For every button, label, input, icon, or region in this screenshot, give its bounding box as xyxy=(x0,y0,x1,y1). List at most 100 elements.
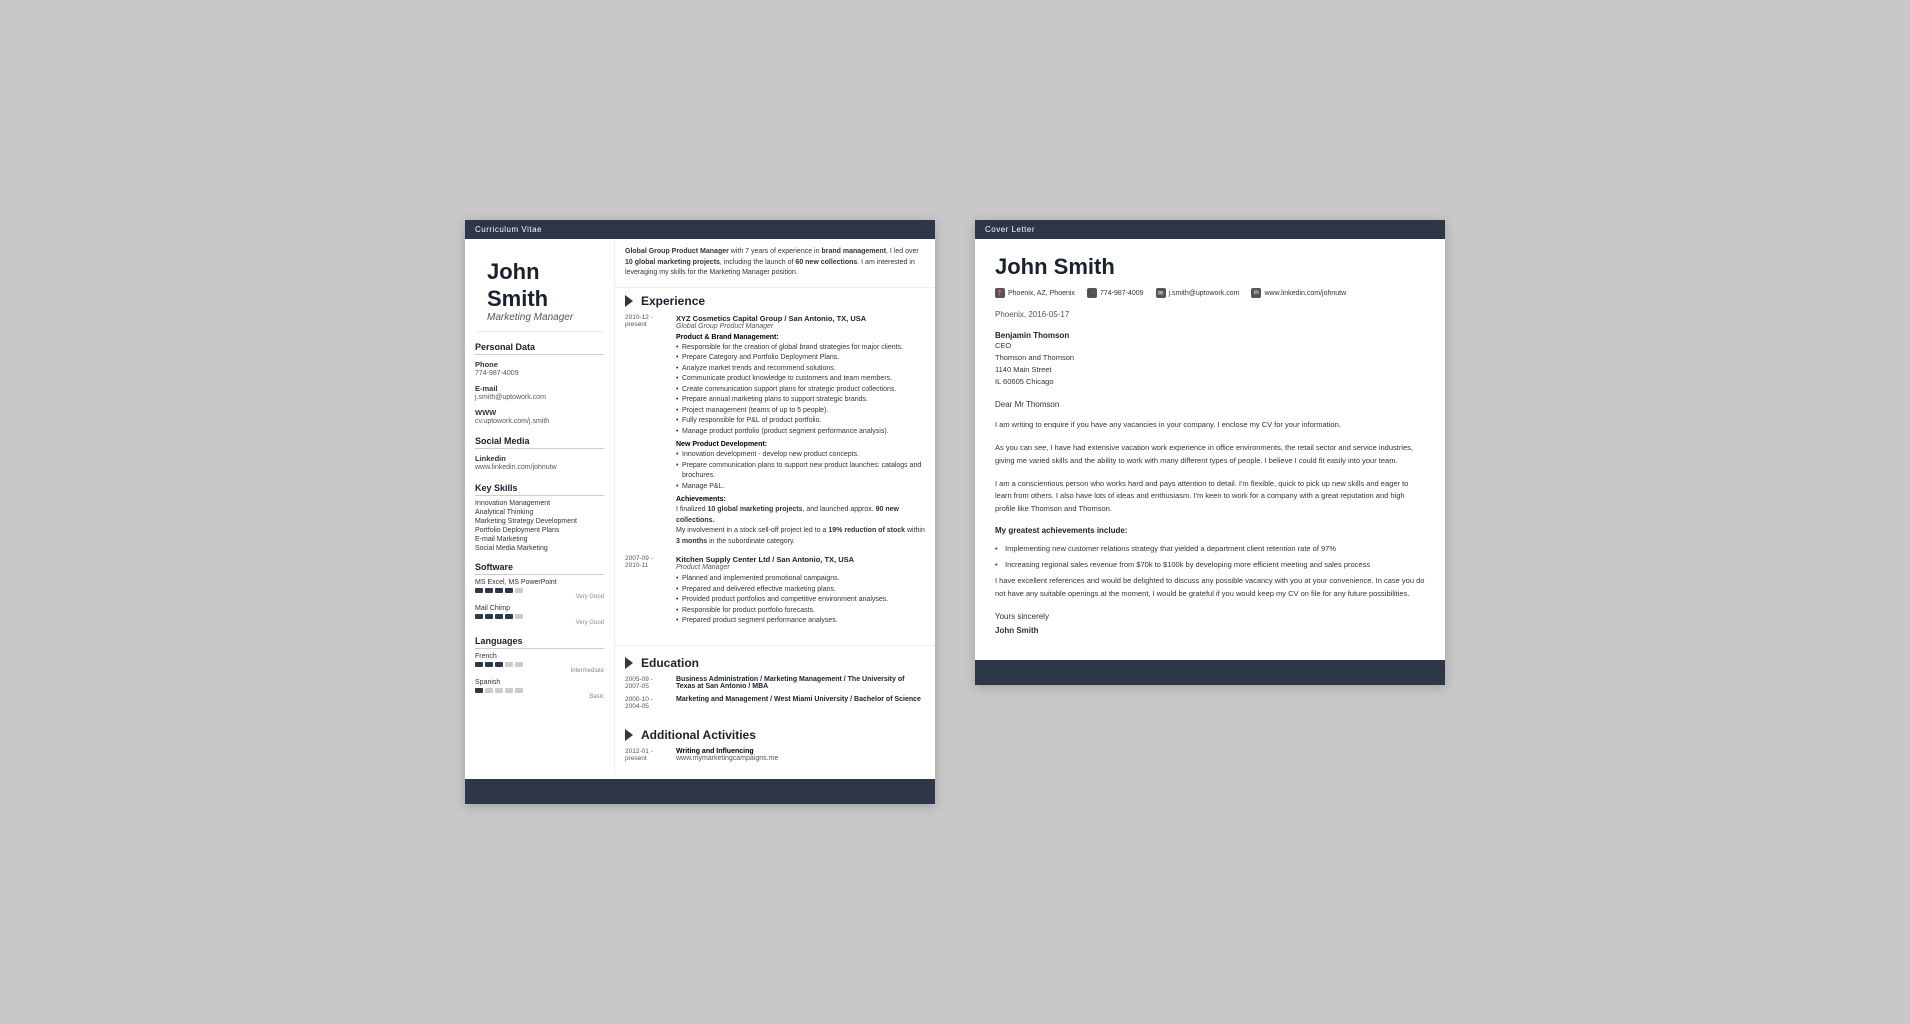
activities-label: Additional Activities xyxy=(641,728,756,742)
bar-dot xyxy=(495,614,503,619)
exp-date: 2010-12 - present xyxy=(625,314,670,548)
language-item: FrenchIntermediate xyxy=(475,653,604,674)
cl-achievement-item: Implementing new customer relations stra… xyxy=(995,543,1425,555)
key-skills-title: Key Skills xyxy=(475,483,604,496)
skill-item: Innovation Management xyxy=(475,500,604,507)
achievement-item: My involvement in a stock sell-off proje… xyxy=(676,526,925,547)
exp-bullet-item: Planned and implemented promotional camp… xyxy=(676,574,925,585)
edu-degree: Business Administration / Marketing Mana… xyxy=(676,676,925,690)
activities-section: Additional Activities 2012-01 - presentW… xyxy=(615,722,935,774)
exp-job-title: Global Group Product Manager xyxy=(676,323,925,330)
exp-content: XYZ Cosmetics Capital Group / San Antoni… xyxy=(676,314,925,548)
cv-body: John Smith Marketing Manager Personal Da… xyxy=(465,239,935,774)
software-name: MS Excel, MS PowerPoint xyxy=(475,579,604,586)
achievement-item: I finalized 10 global marketing projects… xyxy=(676,505,925,526)
cv-name-area: John Smith Marketing Manager xyxy=(475,249,604,332)
exp-bullet-item: Analyze market trends and recommend solu… xyxy=(676,364,925,375)
exp-bullet-item: Prepare annual marketing plans to suppor… xyxy=(676,395,925,406)
bar-dot xyxy=(505,614,513,619)
cv-page: Curriculum Vitae John Smith Marketing Ma… xyxy=(465,220,935,804)
cv-job-title: Marketing Manager xyxy=(487,312,592,323)
software-title: Software xyxy=(475,562,604,575)
software-list: MS Excel, MS PowerPointVery GoodMail Chi… xyxy=(475,579,604,626)
cl-contact: 📍 Phoenix, AZ, Phoenix 📞 774-987-4009 ✉ … xyxy=(995,288,1425,298)
language-bar xyxy=(475,688,604,693)
cl-linkedin-text: www.linkedin.com/johnutw xyxy=(1264,290,1346,297)
skill-item: Social Media Marketing xyxy=(475,545,604,552)
experience-items: 2010-12 - present XYZ Cosmetics Capital G… xyxy=(625,314,925,627)
bar-dot xyxy=(515,588,523,593)
lang-dot xyxy=(515,662,523,667)
cl-phone-text: 774-987-4009 xyxy=(1100,290,1144,297)
exp-bullet-item: Prepared product segment performance ana… xyxy=(676,616,925,627)
lang-dot xyxy=(515,688,523,693)
skill-item: E-mail Marketing xyxy=(475,536,604,543)
cl-recipient-name: Benjamin Thomson xyxy=(995,331,1425,340)
cl-header-bar: Cover Letter xyxy=(975,220,1445,239)
exp-bullet-item: Create communication support plans for s… xyxy=(676,385,925,396)
bar-dot xyxy=(495,588,503,593)
act-detail: www.mymarketingcampaigns.me xyxy=(676,755,925,762)
cl-achievement-item: Increasing regional sales revenue from $… xyxy=(995,559,1425,571)
cl-salutation: Dear Mr Thomson xyxy=(995,400,1425,409)
exp-bullet-item: Prepared and delivered effective marketi… xyxy=(676,585,925,596)
experience-item: 2007-09 - 2010-11Kitchen Supply Center L… xyxy=(625,555,925,627)
cl-recipient-company: Thomson and Thomson xyxy=(995,352,1425,364)
experience-label: Experience xyxy=(641,294,705,308)
exp-bullet-item: Responsible for the creation of global b… xyxy=(676,343,925,354)
bar-dot xyxy=(485,588,493,593)
exp-bullet-item: Provided product portfolios and competit… xyxy=(676,595,925,606)
exp-bullet-item: Prepare communication plans to support n… xyxy=(676,461,925,482)
edu-date: 2000-10 - 2004-05 xyxy=(625,696,670,710)
education-arrow xyxy=(625,657,633,669)
languages-title: Languages xyxy=(475,636,604,649)
personal-data-title: Personal Data xyxy=(475,342,604,355)
exp-bullet-item: Communicate product knowledge to custome… xyxy=(676,374,925,385)
www-label: WWW xyxy=(475,408,604,417)
exp-bullet-item: Fully responsible for P&L of product por… xyxy=(676,416,925,427)
cv-main-content: Global Group Product Manager with 7 year… xyxy=(615,239,935,774)
phone-icon: 📞 xyxy=(1087,288,1097,298)
cv-name: John Smith xyxy=(487,259,592,312)
exp-date: 2007-09 - 2010-11 xyxy=(625,555,670,627)
software-name: Mail Chimp xyxy=(475,605,604,612)
cl-closing-paragraph: I have excellent references and would be… xyxy=(995,575,1425,601)
lang-dot xyxy=(485,662,493,667)
software-item: MS Excel, MS PowerPointVery Good xyxy=(475,579,604,600)
edu-content: Business Administration / Marketing Mana… xyxy=(676,676,925,690)
exp-bullet-item: Manage P&L. xyxy=(676,482,925,493)
activities-title: Additional Activities xyxy=(625,728,925,742)
language-name: Spanish xyxy=(475,679,604,686)
skill-item: Marketing Strategy Development xyxy=(475,518,604,525)
lang-dot xyxy=(495,662,503,667)
education-item: 2005-09 - 2007-05 Business Administration… xyxy=(625,676,925,690)
experience-section: Experience 2010-12 - present XYZ Cosmetic… xyxy=(615,288,935,641)
cl-paragraphs: I am writing to enquire if you have any … xyxy=(995,419,1425,516)
cv-sidebar: John Smith Marketing Manager Personal Da… xyxy=(465,239,615,774)
cl-recipient-address: 1140 Main Street xyxy=(995,364,1425,376)
exp-bullet-list: Planned and implemented promotional camp… xyxy=(676,574,925,627)
language-level-label: Intermediate xyxy=(475,668,604,674)
education-item: 2000-10 - 2004-05Marketing and Managemen… xyxy=(625,696,925,710)
lang-dot xyxy=(495,688,503,693)
software-level-label: Very Good xyxy=(475,620,604,626)
act-content: Writing and Influencingwww.mymarketingca… xyxy=(676,748,925,762)
cl-paragraph: I am writing to enquire if you have any … xyxy=(995,419,1425,432)
bar-dot xyxy=(515,614,523,619)
education-title: Education xyxy=(625,656,925,670)
lang-dot xyxy=(505,662,513,667)
exp-subsection-title: New Product Development: xyxy=(676,441,925,448)
language-item: SpanishBasic xyxy=(475,679,604,700)
skill-item: Portfolio Deployment Plans xyxy=(475,527,604,534)
activities-items: 2012-01 - presentWriting and Influencing… xyxy=(625,748,925,762)
cl-footer xyxy=(975,660,1445,685)
linkedin-icon: in xyxy=(1251,288,1261,298)
software-item: Mail Chimp Very Good xyxy=(475,605,604,626)
experience-title: Experience xyxy=(625,294,925,308)
bar-dot xyxy=(475,588,483,593)
cl-achievements-title: My greatest achievements include: xyxy=(995,526,1425,535)
exp-bullet-item: Responsible for product portfolio foreca… xyxy=(676,606,925,617)
cl-phone: 📞 774-987-4009 xyxy=(1087,288,1144,298)
exp-company: XYZ Cosmetics Capital Group / San Antoni… xyxy=(676,314,925,323)
edu-date: 2005-09 - 2007-05 xyxy=(625,676,670,690)
